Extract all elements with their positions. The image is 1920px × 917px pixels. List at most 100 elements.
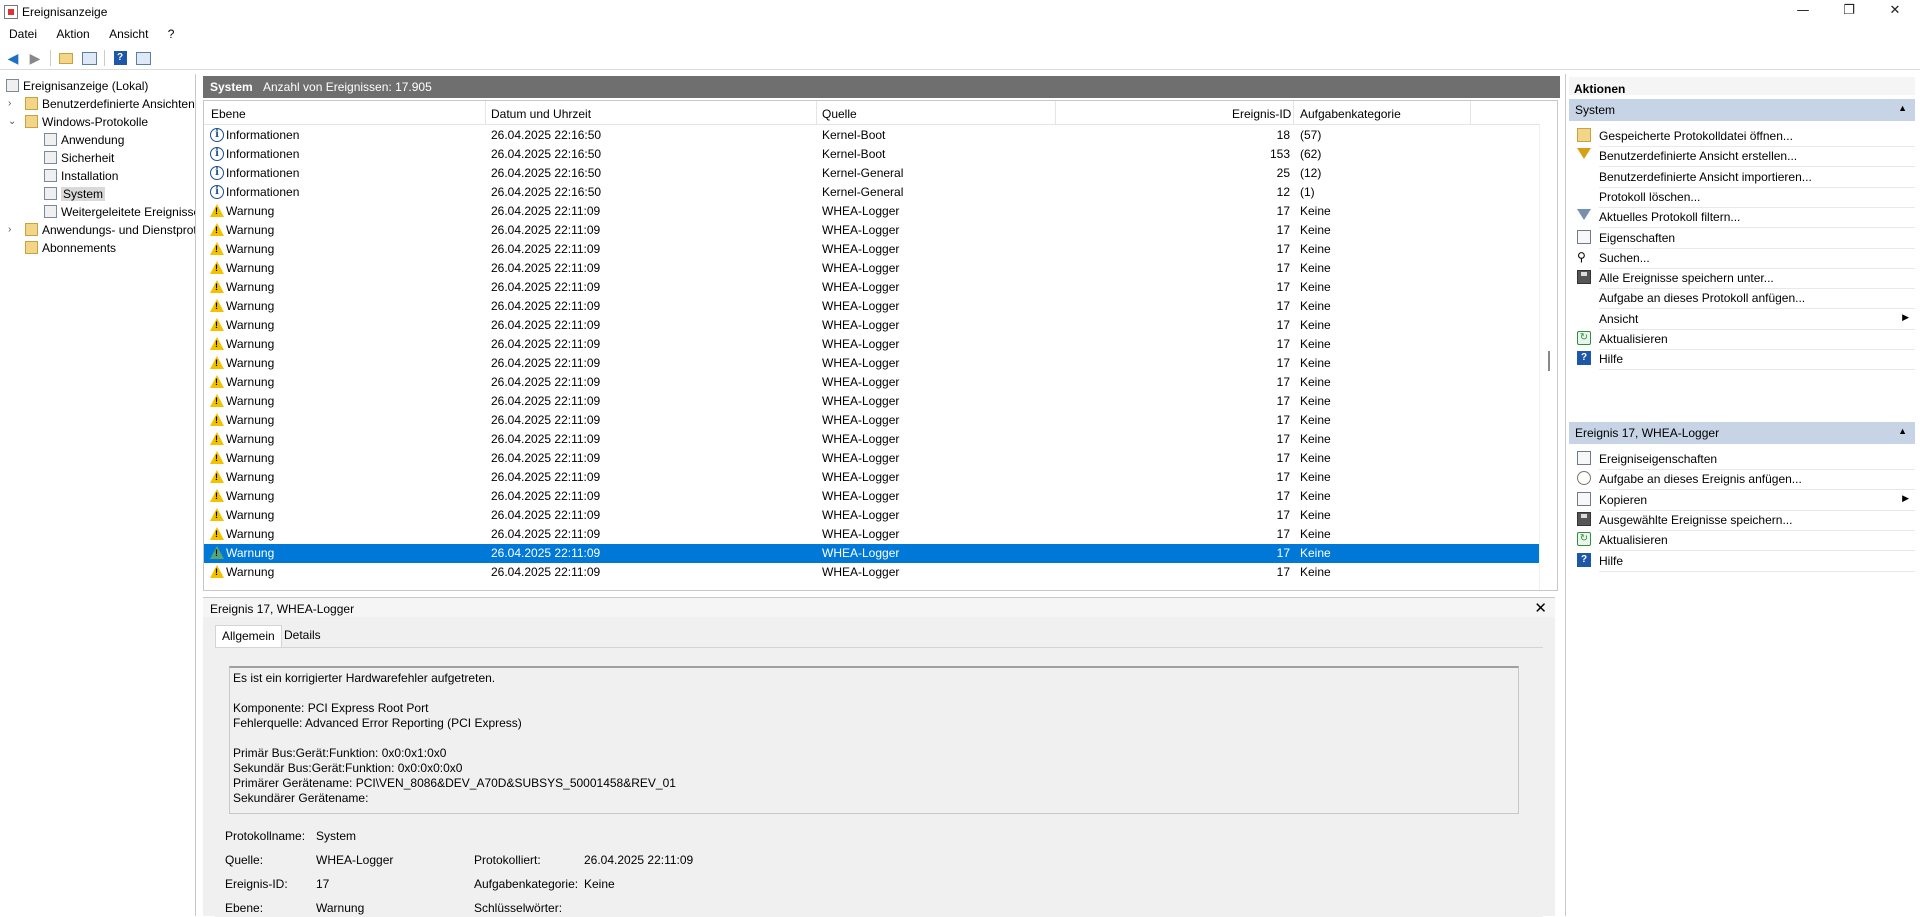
event-id-cell: 17 <box>1276 527 1290 541</box>
tree-item-app-service-logs[interactable]: › Anwendungs- und Dienstprotokolle <box>8 221 195 239</box>
event-row[interactable]: Warnung 26.04.2025 22:11:09 WHEA-Logger 17 K… <box>204 506 1540 525</box>
menu-aktion[interactable]: Aktion <box>48 24 97 41</box>
close-detail-icon[interactable]: ✕ <box>1534 599 1547 617</box>
column-header-ebene[interactable]: Ebene <box>211 107 246 121</box>
event-row[interactable]: Warnung 26.04.2025 22:11:09 WHEA-Logger 17 K… <box>204 449 1540 468</box>
category-cell: Keine <box>1300 318 1331 332</box>
tree-item-sicherheit[interactable]: Sicherheit <box>44 149 114 167</box>
chevron-right-icon[interactable]: › <box>8 221 11 239</box>
show-hide-tree-icon[interactable] <box>80 49 98 67</box>
folder-icon <box>25 223 38 236</box>
forward-arrow-icon[interactable]: ▶ <box>26 49 44 67</box>
event-row[interactable]: Warnung 26.04.2025 22:11:09 WHEA-Logger 17 K… <box>204 221 1540 240</box>
actions-title: Aktionen <box>1569 77 1915 96</box>
event-row[interactable]: Warnung 26.04.2025 22:11:09 WHEA-Logger 17 K… <box>204 563 1540 582</box>
action-task-icon[interactable]: Aufgabe an dieses Ereignis anfügen... <box>1569 468 1915 491</box>
action-item[interactable]: Benutzerdefinierte Ansicht importieren..… <box>1569 166 1915 188</box>
action-item[interactable]: Ansicht ▶ <box>1569 308 1915 330</box>
actions-section-event[interactable]: Ereignis 17, WHEA-Logger ▲ <box>1569 422 1915 444</box>
menu-datei[interactable]: Datei <box>1 24 45 41</box>
column-header-datum[interactable]: Datum und Uhrzeit <box>491 107 591 121</box>
event-row[interactable]: i Informationen 26.04.2025 22:16:50 Kernel-… <box>204 164 1540 183</box>
category-cell: Keine <box>1300 413 1331 427</box>
event-row[interactable]: Warnung 26.04.2025 22:11:09 WHEA-Logger 17 K… <box>204 240 1540 259</box>
column-header-quelle[interactable]: Quelle <box>822 107 857 121</box>
event-row[interactable]: Warnung 26.04.2025 22:11:09 WHEA-Logger 17 K… <box>204 525 1540 544</box>
tree-item-subscriptions[interactable]: Abonnements <box>25 239 116 257</box>
category-cell: Keine <box>1300 356 1331 370</box>
keywords-label: Schlüsselwörter: <box>474 901 563 915</box>
action-label: Suchen... <box>1599 250 1650 265</box>
level-cell: Warnung <box>226 432 275 446</box>
collapse-arrow-icon[interactable]: ▲ <box>1898 426 1907 436</box>
event-row[interactable]: Warnung 26.04.2025 22:11:09 WHEA-Logger 17 K… <box>204 278 1540 297</box>
event-row[interactable]: Warnung 26.04.2025 22:11:09 WHEA-Logger 17 K… <box>204 373 1540 392</box>
column-header-ereignis-id[interactable]: Ereignis-ID <box>1232 107 1291 121</box>
action-item[interactable]: Aufgabe an dieses Protokoll anfügen... <box>1569 287 1915 310</box>
action-help-icon[interactable]: ? Hilfe <box>1569 550 1915 572</box>
event-row[interactable]: i Informationen 26.04.2025 22:16:50 Kernel-… <box>204 183 1540 202</box>
menu-ansicht[interactable]: Ansicht <box>101 24 156 41</box>
collapse-arrow-icon[interactable]: ▲ <box>1898 103 1907 113</box>
action-help-icon[interactable]: ? Hilfe <box>1569 348 1915 371</box>
action-folder-open-icon[interactable]: Gespeicherte Protokolldatei öffnen... <box>1569 125 1915 147</box>
warning-icon <box>210 375 224 388</box>
event-row[interactable]: Warnung 26.04.2025 22:11:09 WHEA-Logger 17 K… <box>204 335 1540 354</box>
vertical-scrollbar[interactable] <box>1539 125 1557 590</box>
action-event-properties-icon[interactable]: Ereigniseigenschaften <box>1569 448 1915 470</box>
event-row[interactable]: Warnung 26.04.2025 22:11:09 WHEA-Logger 17 K… <box>204 468 1540 487</box>
maximize-button[interactable]: ❐ <box>1826 0 1872 24</box>
action-filter-icon[interactable]: Aktuelles Protokoll filtern... <box>1569 206 1915 229</box>
action-refresh-icon[interactable]: ↻ Aktualisieren <box>1569 328 1915 350</box>
event-row[interactable]: Warnung 26.04.2025 22:11:09 WHEA-Logger 17 K… <box>204 354 1540 373</box>
tree-item-anwendung[interactable]: Anwendung <box>44 131 124 149</box>
close-window-button[interactable]: ✕ <box>1872 0 1918 24</box>
event-row[interactable]: Warnung 26.04.2025 22:11:09 WHEA-Logger 17 K… <box>204 316 1540 335</box>
event-row[interactable]: Warnung 26.04.2025 22:11:09 WHEA-Logger 17 K… <box>204 202 1540 221</box>
menu-help[interactable]: ? <box>160 24 183 41</box>
tree-item-system[interactable]: System <box>44 185 106 203</box>
minimize-button[interactable]: — <box>1780 0 1826 24</box>
action-copy-icon[interactable]: Kopieren ▶ <box>1569 489 1915 511</box>
event-description[interactable]: Es ist ein korrigierter Hardwarefehler a… <box>229 666 1519 814</box>
event-row[interactable]: Warnung 26.04.2025 22:11:09 WHEA-Logger 17 K… <box>204 392 1540 411</box>
event-row[interactable]: Warnung 26.04.2025 22:11:09 WHEA-Logger 17 K… <box>204 430 1540 449</box>
action-save-icon[interactable]: Alle Ereignisse speichern unter... <box>1569 267 1915 290</box>
tree-item-installation[interactable]: Installation <box>44 167 118 185</box>
action-item[interactable]: Protokoll löschen... <box>1569 186 1915 208</box>
action-binoculars-icon[interactable]: ⚲ Suchen... <box>1569 247 1915 269</box>
action-save-icon[interactable]: Ausgewählte Ereignisse speichern... <box>1569 509 1915 531</box>
warning-icon <box>210 508 224 521</box>
event-row[interactable]: Warnung 26.04.2025 22:11:09 WHEA-Logger 17 K… <box>204 259 1540 278</box>
tree-item-root[interactable]: Ereignisanzeige (Lokal) <box>6 77 148 95</box>
tree-item-custom-views[interactable]: › Benutzerdefinierte Ansichten <box>8 95 195 113</box>
back-arrow-icon[interactable]: ◀ <box>4 49 22 67</box>
help-icon[interactable]: ? <box>111 49 129 67</box>
event-row[interactable]: Warnung 26.04.2025 22:11:09 WHEA-Logger 17 K… <box>204 411 1540 430</box>
event-row[interactable]: Warnung 26.04.2025 22:11:09 WHEA-Logger 17 K… <box>204 544 1540 563</box>
event-id-cell: 17 <box>1276 394 1290 408</box>
date-cell: 26.04.2025 22:16:50 <box>491 166 602 180</box>
actions-section-system[interactable]: System ▲ <box>1569 99 1915 121</box>
event-id-cell: 18 <box>1276 128 1290 142</box>
event-row[interactable]: i Informationen 26.04.2025 22:16:50 Kernel-… <box>204 145 1540 164</box>
action-filter-create-icon[interactable]: Benutzerdefinierte Ansicht erstellen... <box>1569 145 1915 168</box>
up-folder-icon[interactable] <box>57 49 75 67</box>
column-header-aufgabenkategorie[interactable]: Aufgabenkategorie <box>1300 107 1401 121</box>
action-refresh-icon[interactable]: ↻ Aktualisieren <box>1569 529 1915 552</box>
tab-allgemein[interactable]: Allgemein <box>215 625 282 647</box>
tree-item-windows-logs[interactable]: ⌄ Windows-Protokolle <box>8 113 148 131</box>
action-properties-icon[interactable]: Eigenschaften <box>1569 227 1915 249</box>
submenu-arrow-icon: ▶ <box>1902 311 1909 322</box>
event-row[interactable]: i Informationen 26.04.2025 22:16:50 Kernel-… <box>204 126 1540 145</box>
tab-details[interactable]: Details <box>278 625 327 647</box>
event-row[interactable]: Warnung 26.04.2025 22:11:09 WHEA-Logger 17 K… <box>204 297 1540 316</box>
log-name-label: Protokollname: <box>225 829 306 843</box>
event-row[interactable]: Warnung 26.04.2025 22:11:09 WHEA-Logger 17 K… <box>204 487 1540 506</box>
show-action-pane-icon[interactable] <box>134 49 152 67</box>
chevron-down-icon[interactable]: ⌄ <box>8 113 16 131</box>
scrollbar-thumb[interactable] <box>1548 351 1550 371</box>
chevron-right-icon[interactable]: › <box>8 95 11 113</box>
level-cell: Informationen <box>226 128 300 142</box>
tree-item-forwarded-events[interactable]: Weitergeleitete Ereignisse <box>44 203 195 221</box>
